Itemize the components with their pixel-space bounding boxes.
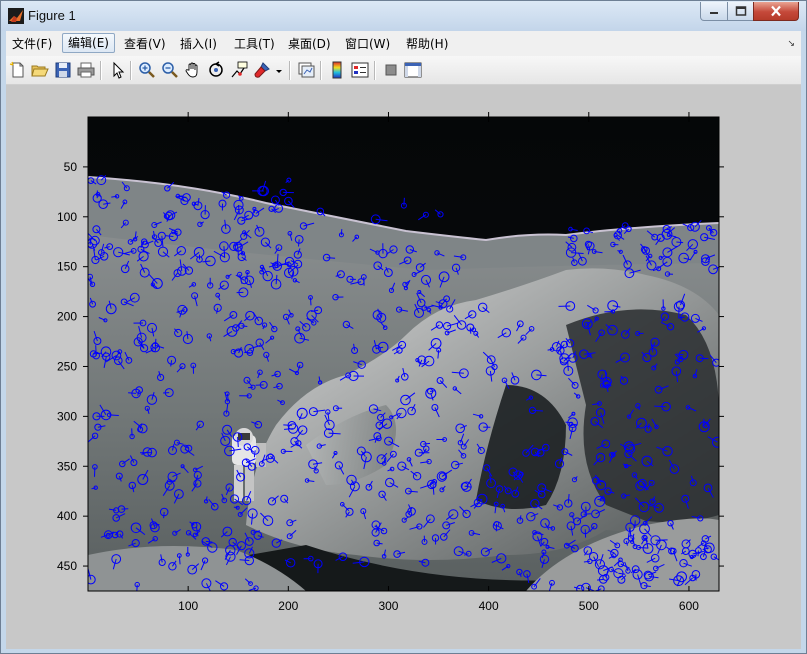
feature-marker-orientation <box>326 257 336 259</box>
hide-plot-tools-icon[interactable] <box>382 61 400 79</box>
feature-marker-orientation <box>626 464 632 467</box>
feature-marker-orientation <box>583 513 591 515</box>
maximize-button[interactable] <box>727 2 754 21</box>
feature-marker-orientation <box>430 390 436 392</box>
edit-plot-arrow-icon[interactable] <box>109 61 127 79</box>
feature-marker-orientation <box>597 498 603 500</box>
zoom-in-icon[interactable] <box>138 61 156 79</box>
new-figure-icon[interactable] <box>9 61 27 79</box>
feature-marker-orientation <box>676 241 684 244</box>
feature-marker-orientation <box>469 327 472 334</box>
feature-marker-orientation <box>403 197 405 206</box>
feature-marker-orientation <box>298 239 300 247</box>
feature-marker-orientation <box>241 325 248 327</box>
feature-marker-orientation <box>310 297 312 306</box>
toolbar-separator <box>100 61 102 80</box>
close-icon <box>771 5 781 17</box>
menu-help[interactable]: 帮助(H) <box>406 34 448 54</box>
y-tick-label: 150 <box>57 260 77 274</box>
window-title: Figure 1 <box>28 8 76 23</box>
x-tick-label: 100 <box>178 599 198 613</box>
menu-desktop[interactable]: 桌面(D) <box>288 34 331 54</box>
feature-marker-orientation <box>654 405 667 408</box>
feature-marker-orientation <box>547 348 553 351</box>
menu-window[interactable]: 窗口(W) <box>345 34 390 54</box>
x-tick-label: 600 <box>679 599 699 613</box>
pan-hand-icon[interactable] <box>184 61 202 79</box>
feature-marker-orientation <box>423 442 431 445</box>
feature-marker-orientation <box>95 345 97 356</box>
print-icon[interactable] <box>77 61 95 79</box>
feature-marker-orientation <box>261 266 263 272</box>
brush-icon[interactable] <box>253 61 271 79</box>
toolbar-separator <box>130 61 132 80</box>
toolbar-separator <box>374 61 376 80</box>
zoom-out-icon[interactable] <box>161 61 179 79</box>
feature-marker-orientation <box>567 361 569 371</box>
y-tick-label: 50 <box>64 160 78 174</box>
insert-legend-icon[interactable] <box>351 61 369 79</box>
axes[interactable]: 100 200 300 400 500 600 50 100 150 200 250 300 350 4… <box>6 85 801 649</box>
data-cursor-icon[interactable] <box>230 61 248 79</box>
feature-marker-orientation <box>154 338 157 348</box>
y-tick-label: 100 <box>57 210 77 224</box>
toolbar-separator <box>289 61 291 80</box>
x-tick-label: 500 <box>579 599 599 613</box>
figure-canvas[interactable]: 100 200 300 400 500 600 50 100 150 200 250 300 350 4… <box>6 85 801 649</box>
figure-client: 文件(F) 编辑(E) 查看(V) 插入(I) 工具(T) 桌面(D) 窗口(W… <box>6 31 801 649</box>
feature-marker-orientation <box>205 540 213 543</box>
feature-marker-orientation <box>237 436 239 448</box>
feature-marker-orientation <box>597 578 604 581</box>
save-icon[interactable] <box>54 61 72 79</box>
y-tick-label: 300 <box>57 409 77 423</box>
y-tick-label: 200 <box>57 310 77 324</box>
x-tick-label: 200 <box>278 599 298 613</box>
feature-marker-orientation <box>585 506 587 517</box>
matlab-icon <box>8 8 24 24</box>
close-button[interactable] <box>753 2 799 21</box>
feature-marker-orientation <box>248 386 254 389</box>
menu-bar: 文件(F) 编辑(E) 查看(V) 插入(I) 工具(T) 桌面(D) 窗口(W… <box>6 31 801 56</box>
y-tick-label: 250 <box>57 359 77 373</box>
feature-marker-orientation <box>109 414 119 416</box>
feature-marker-orientation <box>136 584 138 591</box>
figure-toolbar <box>6 56 801 85</box>
feature-marker-orientation <box>233 506 238 509</box>
y-tick-label: 400 <box>57 509 77 523</box>
feature-marker-orientation <box>638 547 649 549</box>
maximize-icon <box>735 6 746 16</box>
menu-file[interactable]: 文件(F) <box>12 34 52 54</box>
feature-marker-orientation <box>283 424 292 426</box>
rotate-3d-icon[interactable] <box>207 61 225 79</box>
y-tick-label: 350 <box>57 459 77 473</box>
open-file-icon[interactable] <box>31 61 49 79</box>
title-bar[interactable]: Figure 1 <box>1 1 806 31</box>
show-plot-tools-icon[interactable] <box>404 61 422 79</box>
brush-dropdown-icon[interactable] <box>274 61 284 79</box>
minimize-icon <box>710 12 718 14</box>
toolbar-separator <box>320 61 322 80</box>
menu-tools[interactable]: 工具(T) <box>234 34 275 54</box>
feature-marker-orientation <box>583 560 590 563</box>
menubar-dock-arrow-icon[interactable]: ↘ <box>787 39 795 49</box>
feature-marker-orientation <box>532 409 543 412</box>
figure-window: Figure 1 文件(F) 编辑(E) 查看(V) 插入(I) 工具(T) 桌… <box>0 0 807 654</box>
feature-marker-orientation <box>163 511 165 519</box>
lunar-surface-image <box>88 117 719 591</box>
feature-marker-orientation <box>128 392 137 394</box>
menu-view[interactable]: 查看(V) <box>124 34 166 54</box>
minimize-button[interactable] <box>700 2 728 21</box>
y-tick-label: 450 <box>57 559 77 573</box>
x-tick-label: 300 <box>378 599 398 613</box>
menu-edit[interactable]: 编辑(E) <box>62 33 115 53</box>
insert-colorbar-icon[interactable] <box>328 61 346 79</box>
link-plot-icon[interactable] <box>297 61 315 79</box>
menu-insert[interactable]: 插入(I) <box>180 34 217 54</box>
x-tick-label: 400 <box>479 599 499 613</box>
